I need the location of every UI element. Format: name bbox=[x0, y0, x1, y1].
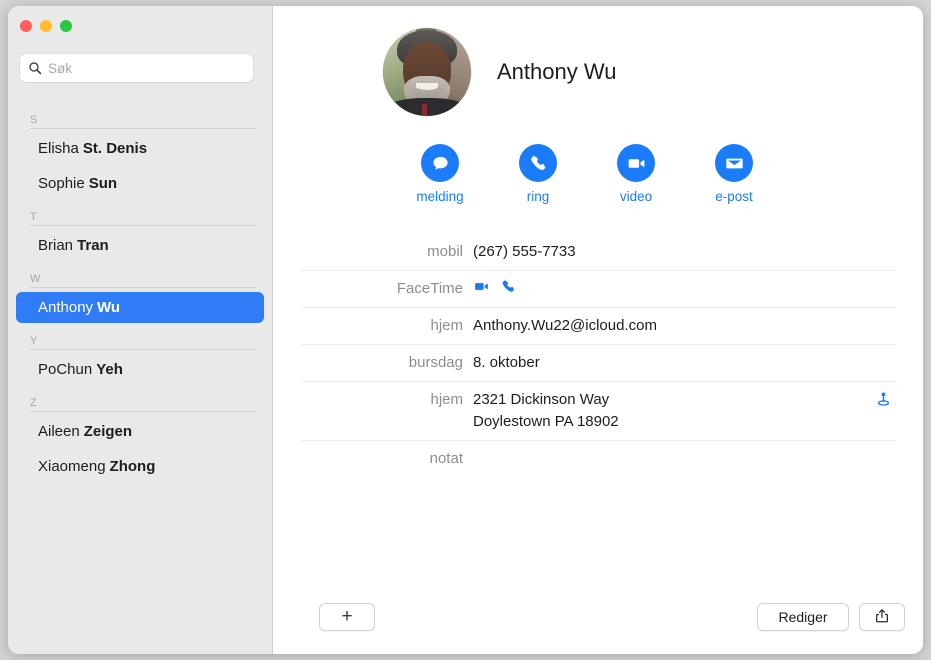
phone-icon[interactable] bbox=[519, 144, 557, 182]
envelope-icon[interactable] bbox=[715, 144, 753, 182]
action-video[interactable]: video bbox=[587, 144, 685, 204]
video-camera-icon[interactable] bbox=[617, 144, 655, 182]
edit-button[interactable]: Rediger bbox=[757, 603, 849, 631]
section-divider bbox=[30, 128, 256, 129]
field-label: mobil bbox=[427, 243, 463, 260]
field-text: 8. oktober bbox=[473, 354, 540, 371]
message-bubble-icon[interactable] bbox=[421, 144, 459, 182]
section-divider bbox=[30, 287, 256, 288]
avatar[interactable] bbox=[383, 28, 471, 116]
action-melding[interactable]: melding bbox=[391, 144, 489, 204]
minimize-button[interactable] bbox=[40, 20, 52, 32]
contact-first-name: PoChun bbox=[38, 361, 93, 378]
field-text: (267) 555-7733 bbox=[473, 243, 576, 260]
contact-list[interactable]: S Elisha St. Denis Sophie Sun T Brian Tran W Anth… bbox=[8, 102, 272, 654]
field-value[interactable]: Anthony.Wu22@icloud.com bbox=[473, 315, 895, 337]
contact-first-name: Anthony bbox=[38, 299, 94, 316]
section-header-y: Y bbox=[30, 335, 38, 347]
zoom-button[interactable] bbox=[60, 20, 72, 32]
search-input[interactable] bbox=[48, 60, 245, 76]
field-row[interactable]: hjem Anthony.Wu22@icloud.com bbox=[301, 308, 895, 345]
quick-actions: melding ring video e-post bbox=[273, 144, 923, 204]
bottom-toolbar: + Rediger bbox=[273, 590, 923, 654]
field-label: FaceTime bbox=[396, 280, 463, 297]
field-row[interactable]: mobil (267) 555-7733 bbox=[301, 234, 895, 271]
action-label: e-post bbox=[715, 189, 753, 204]
section-divider bbox=[30, 225, 256, 226]
search-icon bbox=[28, 61, 42, 75]
field-label: hjem bbox=[430, 317, 463, 334]
section-header-z: Z bbox=[30, 397, 37, 409]
field-row[interactable]: notat bbox=[301, 441, 895, 477]
field-value[interactable] bbox=[473, 278, 895, 295]
contact-detail-panel: Anthony Wu melding ring video e-post mobil (… bbox=[273, 6, 923, 654]
action-label: melding bbox=[416, 189, 464, 204]
contact-list-item[interactable]: Anthony Wu bbox=[16, 292, 264, 323]
action-label: ring bbox=[526, 189, 550, 204]
field-value[interactable]: 8. oktober bbox=[473, 352, 895, 374]
contact-list-item[interactable]: PoChun Yeh bbox=[16, 354, 264, 385]
section-header-s: S bbox=[30, 114, 38, 126]
contact-first-name: Aileen bbox=[38, 423, 80, 440]
share-button[interactable] bbox=[859, 603, 905, 631]
contact-name: Anthony Wu bbox=[497, 59, 617, 84]
contact-first-name: Sophie bbox=[38, 175, 85, 192]
contact-last-name: Zhong bbox=[109, 458, 156, 475]
contact-list-item[interactable]: Brian Tran bbox=[16, 230, 264, 261]
section-header-t: T bbox=[30, 211, 37, 223]
field-text: Anthony.Wu22@icloud.com bbox=[473, 317, 657, 334]
contact-last-name: St. Denis bbox=[82, 140, 148, 157]
contact-fields: mobil (267) 555-7733 FaceTime hjem Anthony.W… bbox=[301, 234, 895, 477]
window-controls bbox=[20, 20, 72, 32]
contact-header: Anthony Wu bbox=[273, 6, 923, 116]
address-line-2: Doylestown PA 18902 bbox=[473, 413, 619, 430]
sidebar: S ElishaSt. Denis SophieSun T BrianTran W Anth… bbox=[8, 6, 273, 654]
section-divider bbox=[30, 411, 256, 412]
contact-list-item[interactable]: Aileen Zeigen bbox=[16, 416, 264, 447]
field-row[interactable]: bursdag 8. oktober bbox=[301, 345, 895, 382]
search-field[interactable] bbox=[20, 54, 253, 82]
close-button[interactable] bbox=[20, 20, 32, 32]
field-value[interactable]: (267) 555-7733 bbox=[473, 241, 895, 263]
phone-icon[interactable] bbox=[500, 278, 517, 295]
map-pin-icon[interactable] bbox=[874, 389, 895, 409]
video-camera-icon[interactable] bbox=[473, 278, 490, 295]
contact-last-name: Tran bbox=[77, 237, 109, 254]
contact-first-name: Brian bbox=[38, 237, 74, 254]
field-row[interactable]: FaceTime bbox=[301, 271, 895, 308]
field-label: bursdag bbox=[408, 354, 463, 371]
contact-list-item[interactable]: Elisha St. Denis bbox=[16, 133, 264, 164]
section-header-w: W bbox=[30, 273, 41, 285]
share-icon bbox=[874, 608, 890, 627]
action-e-post[interactable]: e-post bbox=[685, 144, 783, 204]
contact-first-name: Elisha bbox=[38, 140, 79, 157]
field-row[interactable]: hjem 2321 Dickinson Way Doylestown PA 1890… bbox=[301, 382, 895, 441]
field-label: notat bbox=[429, 450, 463, 467]
field-value[interactable]: 2321 Dickinson Way Doylestown PA 18902 bbox=[473, 389, 874, 433]
contacts-window: S ElishaSt. Denis SophieSun T BrianTran W Anth… bbox=[8, 6, 923, 654]
action-label: video bbox=[619, 189, 653, 204]
contact-last-name: Sun bbox=[88, 175, 118, 192]
action-ring[interactable]: ring bbox=[489, 144, 587, 204]
contact-last-name: Yeh bbox=[96, 361, 123, 378]
contact-last-name: Zeigen bbox=[83, 423, 133, 440]
contact-last-name: Wu bbox=[97, 299, 121, 316]
contact-first-name: Xiaomeng bbox=[38, 458, 106, 475]
field-label: hjem bbox=[430, 391, 463, 408]
address-line-1: 2321 Dickinson Way bbox=[473, 391, 610, 408]
add-contact-button[interactable]: + bbox=[319, 603, 375, 631]
section-divider bbox=[30, 349, 256, 350]
contact-list-item[interactable]: Xiaomeng Zhong bbox=[16, 451, 264, 482]
contact-list-item[interactable]: Sophie Sun bbox=[16, 168, 264, 199]
